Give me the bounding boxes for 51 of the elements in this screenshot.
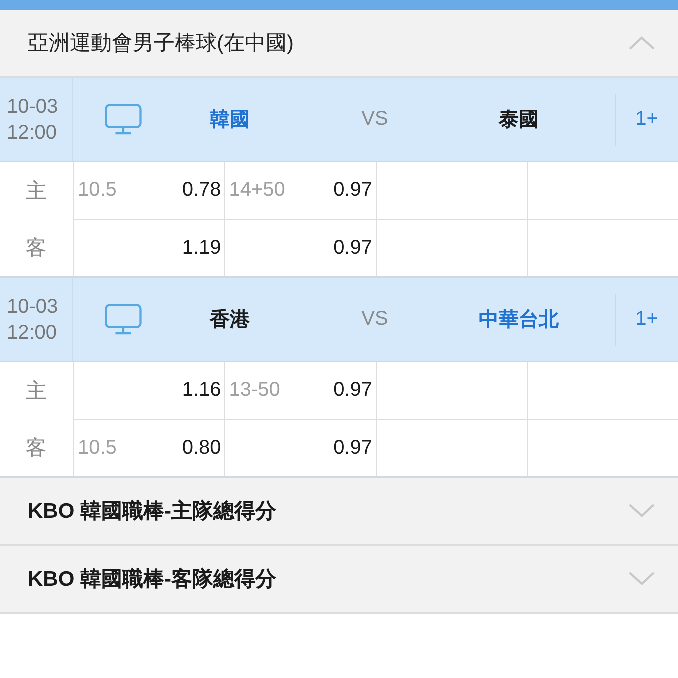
odds-cell[interactable]: 13-50 0.97 [224,362,376,419]
odds-value: 0.97 [334,436,372,460]
side-label: 客 [26,236,47,262]
match-header[interactable]: 10-03 12:00 香港 VS 中華台北 1+ [0,278,678,362]
odds-value: 0.78 [182,179,222,202]
league-header[interactable]: KBO 韓國職棒-主隊總得分 [0,478,678,546]
odds-value: 1.19 [182,236,222,260]
odds-cell[interactable]: 0.97 [224,419,376,476]
league-title: KBO 韓國職棒-主隊總得分 [28,498,276,525]
odds-cell[interactable]: 14+50 0.97 [224,162,376,219]
handicap-value: 10.5 [78,179,117,202]
chevron-icon[interactable] [629,504,655,518]
league-header[interactable]: KBO 韓國職棒-客隊總得分 [0,546,678,614]
odds-cell[interactable] [376,219,527,276]
match-time: 12:00 [7,320,58,346]
away-team-name[interactable]: 泰國 [499,106,539,133]
monitor-icon[interactable] [105,304,142,335]
odds-cell[interactable]: 10.5 0.78 [73,162,224,219]
handicap-value: 10.5 [78,436,117,460]
odds-cell[interactable]: 0.97 [224,219,376,276]
chevron-icon[interactable] [629,36,655,50]
league-title: 亞洲運動會男子棒球(在中國) [28,31,294,57]
league-header[interactable]: 亞洲運動會男子棒球(在中國) [0,10,678,78]
match-time: 12:00 [7,120,58,146]
handicap-value: 14+50 [229,179,286,202]
handicap-value: 13-50 [229,379,280,402]
versus-label: VS [362,308,388,331]
match-header[interactable]: 10-03 12:00 韓國 VS 泰國 1+ [0,78,678,162]
versus-label: VS [362,108,388,131]
league-title: KBO 韓國職棒-客隊總得分 [28,566,276,593]
side-label: 客 [26,436,47,462]
monitor-icon[interactable] [105,104,142,135]
odds-value: 0.97 [334,179,372,202]
away-team-name[interactable]: 中華台北 [479,306,559,333]
odds-cell[interactable] [526,219,678,276]
odds-cell[interactable] [526,419,678,476]
odds-value: 0.80 [182,436,222,460]
odds-value: 0.97 [334,236,372,260]
home-team-name[interactable]: 香港 [210,306,250,333]
match-date: 10-03 [7,294,60,320]
odds-cell[interactable]: 1.19 [73,219,224,276]
home-team-name[interactable]: 韓國 [210,106,250,133]
odds-cell[interactable] [376,419,527,476]
odds-value: 0.97 [334,379,372,402]
chevron-icon[interactable] [629,572,655,586]
match-date: 10-03 [7,94,60,120]
side-label: 主 [26,378,47,404]
side-label: 主 [26,178,47,204]
odds-cell[interactable]: 1.16 [73,362,224,419]
odds-value: 1.16 [182,379,222,402]
odds-cell[interactable]: 10.5 0.80 [73,419,224,476]
